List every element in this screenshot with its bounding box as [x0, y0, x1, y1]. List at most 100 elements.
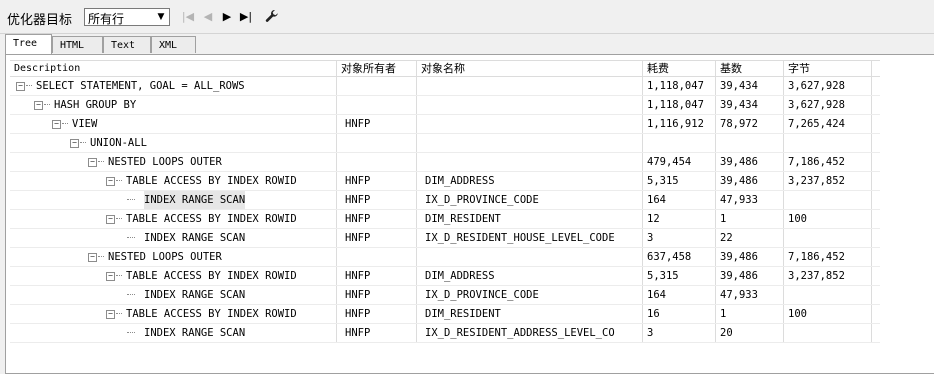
row-description-cell: − VIEW	[10, 115, 337, 133]
operation-label: INDEX RANGE SCAN	[144, 191, 246, 209]
row-description-cell: − TABLE ACCESS BY INDEX ROWID	[10, 210, 337, 228]
row-cost-cell: 479,454	[643, 153, 716, 171]
table-row[interactable]: − NESTED LOOPS OUTER 637,458 39,486 7,186,45…	[10, 248, 880, 267]
row-cost-cell	[643, 134, 716, 152]
row-cost-cell: 3	[643, 324, 716, 342]
row-object-cell: IX_D_RESIDENT_HOUSE_LEVEL_CODE	[417, 229, 643, 247]
row-object-cell: DIM_RESIDENT	[417, 210, 643, 228]
row-owner-cell: HNFP	[337, 267, 417, 285]
table-row[interactable]: INDEX RANGE SCAN HNFP IX_D_RESIDENT_ADDRES…	[10, 324, 880, 343]
tree-connector	[116, 313, 122, 314]
tab-text[interactable]: Text	[103, 36, 151, 53]
row-object-cell	[417, 153, 643, 171]
row-description-cell: − NESTED LOOPS OUTER	[10, 248, 337, 266]
row-owner-cell	[337, 134, 417, 152]
table-row[interactable]: − TABLE ACCESS BY INDEX ROWID HNFP DIM_ADDR…	[10, 172, 880, 191]
row-description-cell: − UNION-ALL	[10, 134, 337, 152]
row-owner-cell	[337, 77, 417, 95]
row-owner-cell: HNFP	[337, 286, 417, 304]
row-cardinality-cell: 39,434	[716, 96, 784, 114]
collapse-icon[interactable]: −	[88, 253, 97, 262]
tree-connector	[127, 199, 135, 200]
tree-connector	[62, 123, 68, 124]
row-object-cell: IX_D_RESIDENT_ADDRESS_LEVEL_CO	[417, 324, 643, 342]
previous-icon[interactable]: ◀	[200, 9, 216, 25]
row-cardinality-cell: 1	[716, 210, 784, 228]
row-cost-cell: 3	[643, 229, 716, 247]
row-cardinality-cell: 20	[716, 324, 784, 342]
tab-tree[interactable]: Tree	[5, 34, 52, 54]
col-bytes[interactable]: 字节	[784, 61, 872, 76]
col-description[interactable]: Description	[10, 61, 337, 76]
col-cost[interactable]: 耗费	[643, 61, 716, 76]
row-cardinality-cell: 78,972	[716, 115, 784, 133]
tree-connector	[26, 85, 32, 86]
table-row[interactable]: − TABLE ACCESS BY INDEX ROWID HNFP DIM_ADDR…	[10, 267, 880, 286]
row-cardinality-cell: 22	[716, 229, 784, 247]
row-owner-cell: HNFP	[337, 324, 417, 342]
operation-label: UNION-ALL	[90, 137, 147, 149]
operation-label: NESTED LOOPS OUTER	[108, 156, 222, 168]
row-cost-cell: 5,315	[643, 172, 716, 190]
collapse-icon[interactable]: −	[88, 158, 97, 167]
last-icon[interactable]: ▶|	[238, 9, 254, 25]
row-owner-cell: HNFP	[337, 191, 417, 209]
col-object[interactable]: 对象名称	[417, 61, 643, 76]
table-row[interactable]: − SELECT STATEMENT, GOAL = ALL_ROWS 1,118,…	[10, 77, 880, 96]
collapse-icon[interactable]: −	[106, 310, 115, 319]
tree-connector	[116, 275, 122, 276]
row-cost-cell: 16	[643, 305, 716, 323]
row-description-cell: INDEX RANGE SCAN	[10, 229, 337, 247]
row-cost-cell: 637,458	[643, 248, 716, 266]
collapse-icon[interactable]: −	[106, 177, 115, 186]
first-icon[interactable]: |◀	[180, 9, 196, 25]
row-description-cell: − HASH GROUP BY	[10, 96, 337, 114]
row-cost-cell: 5,315	[643, 267, 716, 285]
tab-xml[interactable]: XML	[151, 36, 196, 53]
tab-html[interactable]: HTML	[52, 36, 103, 53]
table-row[interactable]: − NESTED LOOPS OUTER 479,454 39,486 7,186,45…	[10, 153, 880, 172]
row-bytes-cell: 7,265,424	[784, 115, 872, 133]
collapse-icon[interactable]: −	[52, 120, 61, 129]
row-bytes-cell	[784, 286, 872, 304]
row-bytes-cell	[784, 134, 872, 152]
col-cardinality[interactable]: 基数	[716, 61, 784, 76]
collapse-icon[interactable]: −	[70, 139, 79, 148]
next-icon[interactable]: ▶	[219, 9, 235, 25]
table-row[interactable]: − TABLE ACCESS BY INDEX ROWID HNFP DIM_RESI…	[10, 210, 880, 229]
row-object-cell	[417, 96, 643, 114]
table-row[interactable]: − HASH GROUP BY 1,118,047 39,434 3,627,928	[10, 96, 880, 115]
table-row[interactable]: INDEX RANGE SCAN HNFP IX_D_RESIDENT_HOUSE_…	[10, 229, 880, 248]
tree-connector	[80, 142, 86, 143]
row-bytes-cell: 100	[784, 305, 872, 323]
row-object-cell: IX_D_PROVINCE_CODE	[417, 286, 643, 304]
row-bytes-cell: 7,186,452	[784, 153, 872, 171]
row-cardinality-cell: 47,933	[716, 286, 784, 304]
tree-connector	[44, 104, 50, 105]
row-bytes-cell	[784, 191, 872, 209]
row-cost-cell: 12	[643, 210, 716, 228]
row-bytes-cell	[784, 229, 872, 247]
row-object-cell: DIM_ADDRESS	[417, 172, 643, 190]
table-row[interactable]: − VIEW HNFP 1,116,912 78,972 7,265,424	[10, 115, 880, 134]
row-bytes-cell: 3,627,928	[784, 77, 872, 95]
table-row[interactable]: − UNION-ALL	[10, 134, 880, 153]
col-owner[interactable]: 对象所有者	[337, 61, 417, 76]
optimizer-goal-select[interactable]: 所有行 ▼	[84, 8, 170, 26]
row-description-cell: − SELECT STATEMENT, GOAL = ALL_ROWS	[10, 77, 337, 95]
row-cardinality-cell: 39,486	[716, 172, 784, 190]
row-bytes-cell: 7,186,452	[784, 248, 872, 266]
row-object-cell: DIM_ADDRESS	[417, 267, 643, 285]
collapse-icon[interactable]: −	[106, 215, 115, 224]
collapse-icon[interactable]: −	[16, 82, 25, 91]
collapse-icon[interactable]: −	[106, 272, 115, 281]
row-cardinality-cell	[716, 134, 784, 152]
row-cardinality-cell: 39,486	[716, 248, 784, 266]
tree-connector	[98, 256, 104, 257]
collapse-icon[interactable]: −	[34, 101, 43, 110]
table-row[interactable]: INDEX RANGE SCAN HNFP IX_D_PROVINCE_CODE 16…	[10, 286, 880, 305]
row-bytes-cell	[784, 324, 872, 342]
table-row[interactable]: − TABLE ACCESS BY INDEX ROWID HNFP DIM_RESI…	[10, 305, 880, 324]
table-row[interactable]: INDEX RANGE SCAN HNFP IX_D_PROVINCE_CODE 16…	[10, 191, 880, 210]
wrench-icon[interactable]	[264, 9, 280, 25]
